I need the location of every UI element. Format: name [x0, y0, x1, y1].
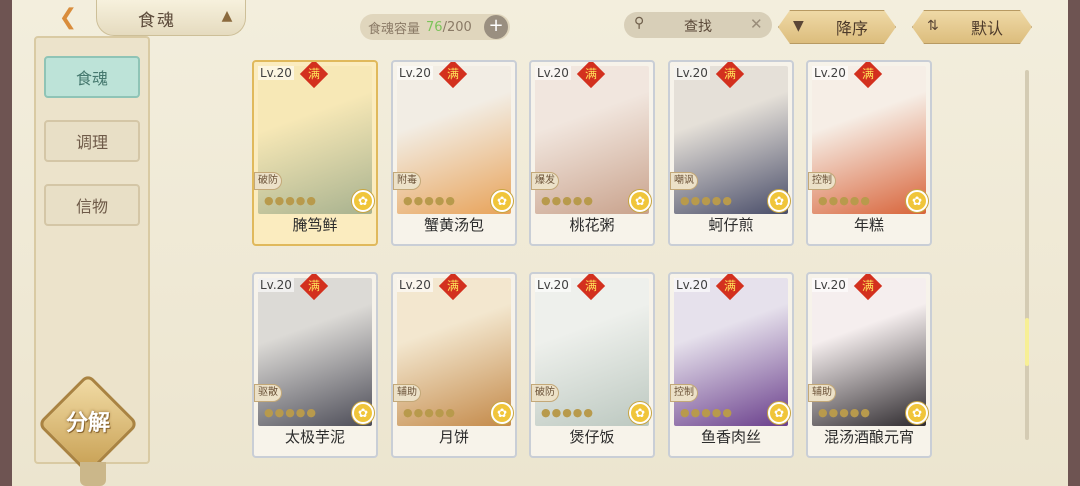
level-label: Lv.20: [258, 66, 294, 80]
star-rating-icon: ●●●●●: [403, 194, 456, 207]
card-name: 混汤酒酿元宵: [823, 428, 914, 446]
triangle-down-icon: ▼: [793, 18, 804, 34]
card-name: 月饼: [438, 428, 469, 446]
level-label: Lv.20: [674, 66, 710, 80]
sort-toggle-icon: ⇅: [927, 18, 939, 34]
capacity-total: /200: [442, 19, 472, 35]
card-name: 鱼香肉丝: [700, 428, 761, 446]
role-tag: 附毒: [393, 172, 421, 190]
role-tag: 破防: [254, 172, 282, 190]
right-frame: [1068, 0, 1080, 486]
level-label: Lv.20: [674, 278, 710, 292]
food-soul-card[interactable]: Lv.20 满 嘲讽 ●●●●● ✿ 蚵仔煎: [668, 60, 794, 246]
card-name: 腌笃鲜: [292, 216, 338, 234]
role-tag: 辅助: [808, 384, 836, 402]
level-label: Lv.20: [397, 278, 433, 292]
capacity-current: 76: [426, 19, 443, 35]
search-label: 查找: [684, 19, 712, 35]
star-rating-icon: ●●●●●: [403, 406, 456, 419]
flower-icon: ✿: [629, 190, 651, 212]
tab-food-soul[interactable]: 食魂: [44, 56, 140, 98]
star-rating-icon: ●●●●●: [818, 406, 871, 419]
decompose-label[interactable]: 分解: [56, 405, 120, 437]
tab-seasoning[interactable]: 调理: [44, 120, 140, 162]
capacity-label: 食魂容量: [368, 21, 421, 37]
sort-order-label: 降序: [835, 19, 868, 38]
level-label: Lv.20: [258, 278, 294, 292]
flower-icon: ✿: [352, 190, 374, 212]
level-label: Lv.20: [535, 66, 571, 80]
tab-label: 调理: [75, 133, 108, 152]
tassel-decoration: [80, 462, 106, 486]
food-soul-card[interactable]: Lv.20 满 破防 ●●●●● ✿ 煲仔饭: [529, 272, 655, 458]
card-name: 太极芋泥: [284, 428, 345, 446]
card-name: 煲仔饭: [569, 428, 615, 446]
back-arrow-icon: ❮: [58, 4, 78, 30]
food-soul-card[interactable]: Lv.20 满 辅助 ●●●●● ✿ 混汤酒酿元宵: [806, 272, 932, 458]
flower-icon: ✿: [768, 402, 790, 424]
search-icon: ⚲: [634, 15, 645, 31]
tab-label: 食魂: [75, 69, 108, 88]
flower-icon: ✿: [491, 190, 513, 212]
role-tag: 控制: [670, 384, 698, 402]
star-rating-icon: ●●●●●: [680, 194, 733, 207]
food-soul-card[interactable]: Lv.20 满 爆发 ●●●●● ✿ 桃花粥: [529, 60, 655, 246]
role-tag: 辅助: [393, 384, 421, 402]
flower-icon: ✿: [352, 402, 374, 424]
flower-icon: ✿: [906, 190, 928, 212]
flower-icon: ✿: [768, 190, 790, 212]
clear-icon[interactable]: ✕: [750, 15, 763, 33]
card-name: 蚵仔煎: [708, 216, 754, 234]
star-rating-icon: ●●●●●: [541, 406, 594, 419]
sort-default-label: 默认: [970, 19, 1003, 38]
left-frame: [0, 0, 12, 486]
card-name: 年糕: [853, 216, 884, 234]
star-rating-icon: ●●●●●: [818, 194, 871, 207]
level-label: Lv.20: [397, 66, 433, 80]
role-tag: 驱散: [254, 384, 282, 402]
role-tag: 爆发: [531, 172, 559, 190]
card-name: 蟹黄汤包: [423, 216, 484, 234]
crown-icon[interactable]: ▲: [217, 8, 237, 24]
tab-label: 信物: [75, 197, 108, 216]
flower-icon: ✿: [906, 402, 928, 424]
add-capacity-button[interactable]: +: [484, 15, 508, 39]
sort-order-button[interactable]: ▼ 降序: [778, 10, 896, 44]
page-title: 食魂: [138, 11, 176, 31]
sort-default-button[interactable]: ⇅ 默认: [912, 10, 1032, 44]
level-label: Lv.20: [812, 278, 848, 292]
tab-token[interactable]: 信物: [44, 184, 140, 226]
food-soul-card[interactable]: Lv.20 满 附毒 ●●●●● ✿ 蟹黄汤包: [391, 60, 517, 246]
flower-icon: ✿: [629, 402, 651, 424]
level-label: Lv.20: [535, 278, 571, 292]
food-soul-grid: Lv.20 满 破防 ●●●●● ✿ 腌笃鲜 Lv.20 满 附毒 ●●●●● …: [252, 60, 932, 460]
level-label: Lv.20: [812, 66, 848, 80]
food-soul-card[interactable]: Lv.20 满 破防 ●●●●● ✿ 腌笃鲜: [252, 60, 378, 246]
food-soul-card[interactable]: Lv.20 满 辅助 ●●●●● ✿ 月饼: [391, 272, 517, 458]
star-rating-icon: ●●●●●: [680, 406, 733, 419]
food-soul-card[interactable]: Lv.20 满 驱散 ●●●●● ✿ 太极芋泥: [252, 272, 378, 458]
scrollbar-track[interactable]: [1025, 70, 1029, 440]
flower-icon: ✿: [491, 402, 513, 424]
scrollbar-thumb[interactable]: [1025, 318, 1029, 366]
star-rating-icon: ●●●●●: [541, 194, 594, 207]
card-name: 桃花粥: [569, 216, 615, 234]
back-button[interactable]: ❮: [48, 2, 88, 32]
role-tag: 控制: [808, 172, 836, 190]
role-tag: 嘲讽: [670, 172, 698, 190]
search-box[interactable]: ⚲ 查找 ✕: [624, 12, 772, 38]
food-soul-card[interactable]: Lv.20 满 控制 ●●●●● ✿ 年糕: [806, 60, 932, 246]
food-soul-card[interactable]: Lv.20 满 控制 ●●●●● ✿ 鱼香肉丝: [668, 272, 794, 458]
star-rating-icon: ●●●●●: [264, 194, 317, 207]
role-tag: 破防: [531, 384, 559, 402]
star-rating-icon: ●●●●●: [264, 406, 317, 419]
